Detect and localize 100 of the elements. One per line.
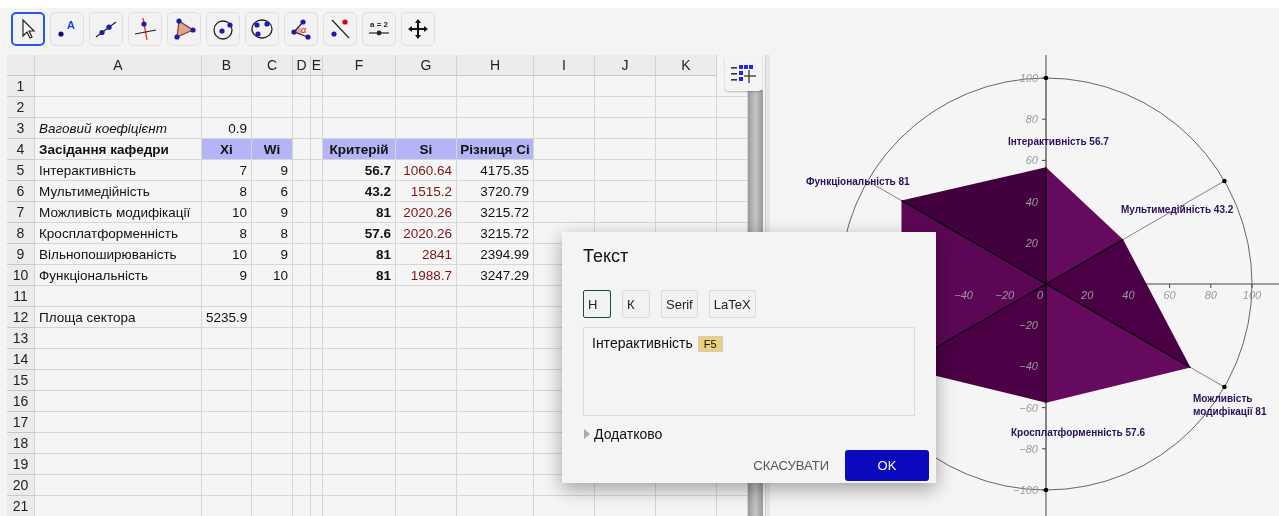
table-cell: 8 [202,223,252,244]
axis-tick-label: 20 [1025,236,1038,249]
triangle-icon [583,428,591,440]
row-header[interactable]: 14 [7,349,35,370]
point-marker [1222,178,1227,184]
axis-tick-label: −40 [1019,360,1038,373]
row-header[interactable]: 20 [7,475,35,496]
table-cell: Можливість модифікації [35,202,202,223]
text-editor[interactable]: Інтерактивність F5 [583,327,915,416]
cell-reference-chip[interactable]: F5 [697,336,723,352]
axis-tick-label: −20 [1019,319,1038,332]
table-cell: 1060.64 [396,160,457,181]
table-cell: Xi [202,139,252,160]
table-cell: 10 [252,265,293,286]
column-header[interactable]: F [323,55,396,76]
ok-button[interactable]: OK [845,450,929,481]
axis-tick-label: 20 [1081,289,1094,301]
point-marker [1043,75,1049,81]
column-header[interactable]: G [396,55,457,76]
table-cell: 2020.26 [396,202,457,223]
cancel-button[interactable]: СКАСУВАТИ [751,450,831,481]
format-button[interactable]: Serif [661,290,698,318]
row-header[interactable]: 5 [7,160,35,181]
table-cell: Функціональність [35,265,202,286]
row-header[interactable]: 7 [7,202,35,223]
format-button[interactable]: LaTeX [708,290,756,318]
format-button[interactable]: К [622,290,650,318]
ellipse-icon [250,17,274,41]
editor-text: Інтерактивність [592,335,693,351]
table-cell: Критерій [323,139,396,160]
table-cell: 5235.9 [202,307,252,328]
table-cell: 9 [252,160,293,181]
row-header[interactable]: 11 [7,286,35,307]
table-cell: 2394.99 [457,244,534,265]
row-header[interactable]: 6 [7,181,35,202]
axis-tick-label: 60 [1025,154,1038,167]
row-header[interactable]: 1 [7,76,35,97]
row-header[interactable]: 8 [7,223,35,244]
table-cell: 10 [202,202,252,223]
column-header[interactable]: B [202,55,252,76]
tool-button[interactable] [11,12,45,46]
column-header[interactable]: D [293,55,311,76]
axis-tick-label: 0 [1036,289,1044,301]
table-cell: 2841 [396,244,457,265]
row-header[interactable]: 9 [7,244,35,265]
point-label: Можливість модифікації 81 [1193,392,1267,418]
axis-tick-label: 40 [1025,195,1038,208]
point-marker [1222,384,1227,390]
row-header[interactable]: 3 [7,118,35,139]
column-header[interactable]: I [534,55,595,76]
row-header[interactable]: 21 [7,496,35,516]
axis-tick-label: 80 [1025,113,1038,126]
row-header[interactable]: 10 [7,265,35,286]
point-marker [1043,487,1049,493]
column-header[interactable]: C [252,55,293,76]
column-header[interactable]: J [595,55,656,76]
format-button[interactable]: Н [583,290,611,318]
advanced-toggle[interactable]: Додатково [583,426,663,442]
table-cell: 56.7 [323,160,396,181]
table-cell: Мультимедійність [35,181,202,202]
column-header[interactable]: A [35,55,202,76]
table-cell: 8 [202,181,252,202]
axis-tick-label: −80 [1019,442,1038,455]
point-label: Інтерактивність 56.7 [1008,135,1109,148]
table-cell: 4175.35 [457,160,534,181]
table-cell: Ваговий коефіцієнт [35,118,202,139]
row-header[interactable]: 17 [7,412,35,433]
table-cell: 3215.72 [457,202,534,223]
table-cell: 2020.26 [396,223,457,244]
table-cell: Вільнопоширюваність [35,244,202,265]
axis-tick-label: −20 [995,289,1015,301]
table-cell: 81 [323,265,396,286]
row-header[interactable]: 16 [7,391,35,412]
row-header[interactable]: 4 [7,139,35,160]
style-bar-toggle[interactable] [725,57,762,91]
dialog-title: Текст [583,246,630,268]
row-header[interactable]: 19 [7,454,35,475]
table-cell: Площа сектора [35,307,202,328]
row-header[interactable]: 12 [7,307,35,328]
point-label: Мультимедійність 43.2 [1121,203,1234,216]
table-cell: 9 [252,202,293,223]
perpendicular-line-icon [133,17,157,41]
axis-tick-label: 60 [1163,289,1176,301]
table-cell: 81 [323,202,396,223]
table-cell: Wi [252,139,293,160]
axis-tick-label: 80 [1204,289,1217,301]
table-cell: Si [396,139,457,160]
column-header[interactable]: E [311,55,323,76]
row-header[interactable]: 18 [7,433,35,454]
table-cell: 7 [202,160,252,181]
table-cell: 3720.79 [457,181,534,202]
table-cell: 9 [202,265,252,286]
row-header[interactable]: 2 [7,97,35,118]
column-header[interactable]: K [656,55,717,76]
triangle-icon [172,17,196,41]
table-cell: Різниця Ci [457,139,534,160]
axis-tick-label: −40 [954,289,973,301]
column-header[interactable]: H [457,55,534,76]
row-header[interactable]: 15 [7,370,35,391]
row-header[interactable]: 13 [7,328,35,349]
